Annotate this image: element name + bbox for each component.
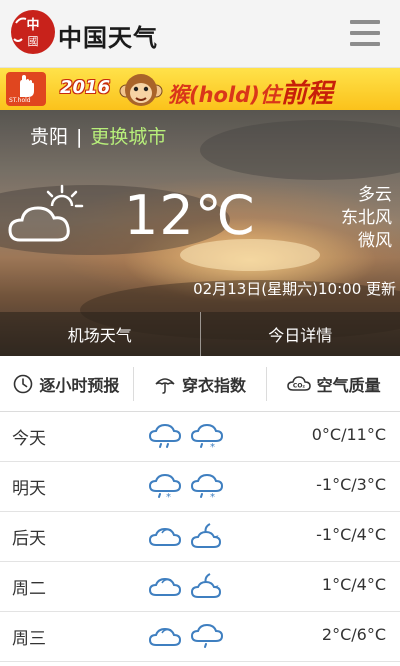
feature-nav: 逐小时预报 穿衣指数 CO₂ 空气质量	[0, 356, 400, 412]
wind-direction-text: 东北风	[341, 208, 392, 228]
rain-icon	[148, 423, 182, 448]
update-timestamp: 02月13日(星期六)10:00 更新	[193, 280, 396, 298]
tab-airport-weather[interactable]: 机场天气	[0, 312, 200, 356]
umbrella-icon	[155, 377, 175, 394]
weather-tabs: 机场天气 今日详情	[0, 312, 400, 356]
sleet-icon: *	[148, 473, 182, 501]
forecast-range: 2°C/6°C	[321, 625, 386, 644]
forecast-list: 今天 * 0°C/11°C 明天 * * -1°C/3°C 后天 -1°C/4°…	[0, 412, 400, 662]
svg-text:CO₂: CO₂	[293, 382, 306, 389]
forecast-day: 后天	[12, 529, 46, 549]
clothing-index-button[interactable]: 穿衣指数	[132, 366, 267, 401]
banner-slogan: 猴(hold)住前程	[168, 73, 333, 110]
air-quality-label: 空气质量	[316, 375, 381, 395]
china-weather-logo-icon[interactable]: 中 國	[10, 9, 56, 55]
promo-banner[interactable]: ST.hold 2016 猴(hold)住前程	[0, 68, 400, 110]
forecast-row-wednesday[interactable]: 周三 2°C/6°C	[0, 612, 400, 662]
hand-logo-label: ST.hold	[9, 97, 31, 104]
forecast-day: 周二	[12, 579, 46, 599]
forecast-range: -1°C/4°C	[316, 525, 386, 544]
forecast-row-today[interactable]: 今天 * 0°C/11°C	[0, 412, 400, 462]
condition-text: 多云	[358, 185, 392, 205]
forecast-day: 周三	[12, 629, 46, 649]
sleet-icon: *	[190, 473, 224, 501]
forecast-row-day-after[interactable]: 后天 -1°C/4°C	[0, 512, 400, 562]
partly-cloudy-icon	[6, 184, 86, 250]
forecast-range: 1°C/4°C	[321, 575, 386, 594]
moon-cloud-icon	[190, 523, 222, 548]
air-quality-button[interactable]: CO₂ 空气质量	[266, 366, 400, 401]
city-line: 贵阳 | 更换城市	[30, 122, 166, 149]
hourly-forecast-button[interactable]: 逐小时预报	[0, 367, 133, 401]
app-brand-title: 中国天气	[58, 24, 158, 52]
svg-text:中: 中	[26, 17, 39, 33]
svg-text:*: *	[210, 442, 215, 451]
svg-text:國: 國	[28, 35, 39, 48]
hamburger-menu-icon[interactable]	[350, 20, 380, 46]
moon-cloud-icon	[190, 573, 222, 598]
app-header: 中 國 中国天气	[0, 0, 400, 68]
wind-level-text: 微风	[358, 231, 392, 251]
clothing-index-label: 穿衣指数	[182, 375, 247, 395]
weather-description: 多云 东北风 微风	[341, 184, 392, 253]
monkey-mascot-icon	[118, 71, 164, 109]
hourly-forecast-label: 逐小时预报	[39, 375, 120, 395]
cloudy-icon	[148, 627, 182, 646]
city-name: 贵阳	[30, 126, 69, 148]
cloudy-icon	[148, 577, 182, 596]
forecast-row-tomorrow[interactable]: 明天 * * -1°C/3°C	[0, 462, 400, 512]
forecast-range: -1°C/3°C	[316, 475, 386, 494]
svg-text:*: *	[166, 492, 171, 501]
clock-icon	[14, 374, 33, 393]
city-separator: |	[76, 126, 83, 148]
air-quality-cloud-icon: CO₂	[286, 375, 311, 391]
change-city-link[interactable]: 更换城市	[90, 126, 166, 148]
current-weather-panel: 贵阳 | 更换城市 12℃ 多云 东北风 微风 02月13日(星期六)10:00 更…	[0, 110, 400, 356]
sleet-icon: *	[190, 423, 224, 451]
forecast-range: 0°C/11°C	[311, 425, 386, 444]
svg-text:*: *	[210, 492, 215, 501]
forecast-day: 明天	[12, 479, 46, 499]
banner-year: 2016	[60, 77, 111, 98]
current-temperature: 12℃	[124, 184, 257, 247]
forecast-row-tuesday[interactable]: 周二 1°C/4°C	[0, 562, 400, 612]
cloudy-icon	[148, 527, 182, 546]
rain-icon	[190, 623, 224, 648]
tab-today-details[interactable]: 今日详情	[199, 312, 400, 356]
banner-slogan-tail: 前程	[280, 79, 333, 109]
banner-slogan-main: 猴(hold)住	[168, 83, 281, 107]
hand-logo-icon: ST.hold	[6, 72, 46, 106]
forecast-day: 今天	[12, 429, 46, 449]
